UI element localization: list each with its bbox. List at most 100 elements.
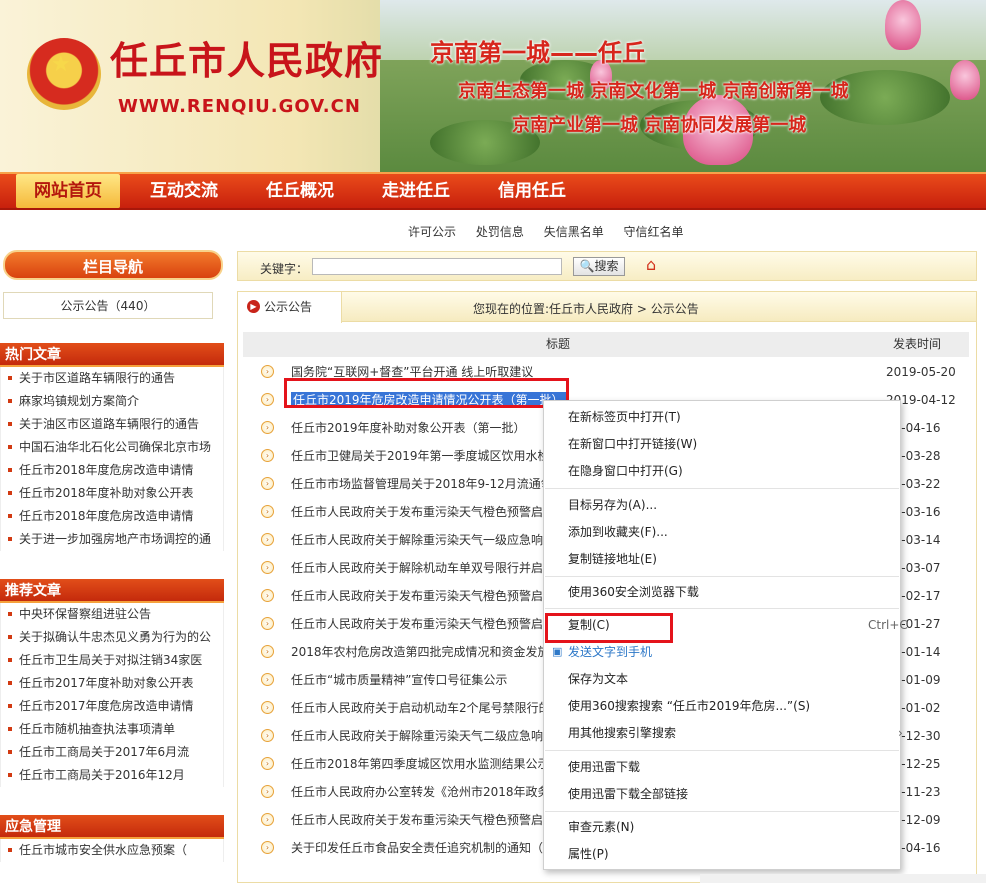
nav-home[interactable]: 网站首页: [16, 174, 120, 208]
row-title-link[interactable]: 任丘市人民政府关于解除重污染天气一级应急响: [291, 526, 543, 554]
row-title-link[interactable]: 任丘市人民政府关于发布重污染天气橙色预警启: [291, 498, 543, 526]
subnav-license[interactable]: 许可公示: [408, 225, 456, 239]
menu-open-new-window[interactable]: 在新窗口中打开链接(W): [568, 432, 697, 456]
hot-article-item[interactable]: 中国石油华北石化公司确保北京市场: [1, 436, 223, 459]
row-bullet-icon: ›: [261, 365, 274, 378]
menu-open-incognito[interactable]: 在隐身窗口中打开(G): [568, 459, 683, 483]
nav-explore[interactable]: 走进任丘: [368, 174, 464, 208]
row-title-link[interactable]: 任丘市人民政府关于解除机动车单双号限行并启: [291, 554, 543, 582]
row-bullet-icon: ›: [261, 589, 274, 602]
row-bullet-icon: ›: [261, 841, 274, 854]
menu-inspect-element[interactable]: 审查元素(N): [568, 815, 634, 839]
menu-thunder-download[interactable]: 使用迅雷下载: [568, 755, 640, 779]
nav-credit[interactable]: 信用任丘: [484, 174, 580, 208]
subnav-penalty[interactable]: 处罚信息: [476, 225, 524, 239]
search-input[interactable]: [312, 258, 562, 275]
row-title-link[interactable]: 任丘市人民政府关于发布重污染天气橙色预警启: [291, 806, 543, 834]
recommended-title: 推荐文章: [0, 579, 224, 603]
row-title-link[interactable]: 任丘市人民政府关于解除重污染天气二级应急响: [291, 722, 543, 750]
emergency-item[interactable]: 任丘市城市安全供水应急预案（: [1, 839, 223, 862]
emergency-section: 应急管理 任丘市城市安全供水应急预案（: [0, 815, 224, 862]
search-button[interactable]: 🔍搜索: [573, 257, 625, 276]
menu-add-favorite[interactable]: 添加到收藏夹(F)...: [568, 520, 668, 544]
search-bar: 关键字： 🔍搜索 ⌂: [237, 251, 977, 281]
menu-separator: [545, 488, 899, 489]
slogan-main: 京南第一城——任丘: [430, 39, 646, 67]
recommended-item[interactable]: 任丘市2017年度补助对象公开表: [1, 672, 223, 695]
row-title-link[interactable]: 任丘市2019年度补助对象公开表（第一批）: [291, 414, 526, 442]
hot-article-item[interactable]: 关于市区道路车辆限行的通告: [1, 367, 223, 390]
recommended-item[interactable]: 中央环保督察组进驻公告: [1, 603, 223, 626]
row-bullet-icon: ›: [261, 813, 274, 826]
slogan-line-3: 京南产业第一城 京南协同发展第一城: [512, 115, 807, 136]
menu-send-to-phone-label: 发送文字到手机: [568, 645, 653, 659]
menu-separator: [545, 811, 899, 812]
search-icon: 🔍: [579, 259, 595, 273]
slogan-line-2: 京南生态第一城 京南文化第一城 京南创新第一城: [458, 81, 849, 102]
sidebar-item-announcements[interactable]: 公示公告（440）: [3, 292, 213, 319]
row-title-link[interactable]: 任丘市人民政府关于发布重污染天气橙色预警启: [291, 610, 543, 638]
row-bullet-icon: ›: [261, 785, 274, 798]
row-bullet-icon: ›: [261, 673, 274, 686]
column-date: 发表时间: [893, 337, 942, 351]
row-title-link[interactable]: 任丘市人民政府关于启动机动车2个尾号禁限行的: [291, 694, 551, 722]
menu-search-360[interactable]: 使用360搜索搜索 “任丘市2019年危房...”(S): [568, 694, 810, 718]
row-title-link[interactable]: 关于印发任丘市食品安全责任追究机制的通知（: [291, 834, 543, 862]
recommended-item[interactable]: 任丘市工商局关于2017年6月流: [1, 741, 223, 764]
home-icon[interactable]: ⌂: [646, 257, 656, 273]
row-title-link[interactable]: 任丘市“城市质量精神”宣传口号征集公示: [291, 666, 507, 694]
menu-copy-shortcut: Ctrl+C: [868, 618, 908, 632]
highlight-box-copy: [545, 613, 673, 643]
row-title-link[interactable]: 任丘市人民政府办公室转发《沧州市2018年政务: [291, 778, 550, 806]
menu-send-to-phone[interactable]: ▣ 发送文字到手机: [552, 640, 653, 664]
row-bullet-icon: ›: [261, 645, 274, 658]
recommended-item[interactable]: 任丘市随机抽查执法事项清单: [1, 718, 223, 741]
phone-icon: ▣: [552, 645, 563, 658]
table-header: 标题 发表时间: [243, 332, 969, 357]
hot-article-item[interactable]: 关于油区市区道路车辆限行的通告: [1, 413, 223, 436]
recommended-item[interactable]: 任丘市工商局关于2016年12月: [1, 764, 223, 787]
breadcrumb: 您现在的位置:任丘市人民政府 > 公示公告: [473, 302, 699, 316]
hot-articles-section: 热门文章 关于市区道路车辆限行的通告 麻家坞镇规划方案简介 关于油区市区道路车辆…: [0, 343, 224, 551]
menu-save-target-as[interactable]: 目标另存为(A)...: [568, 493, 657, 517]
subnav-redlist[interactable]: 守信红名单: [624, 225, 684, 239]
row-title-link[interactable]: 任丘市人民政府关于发布重污染天气橙色预警启: [291, 582, 543, 610]
header-banner: ★ 任丘市人民政府 WWW.RENQIU.GOV.CN 京南第一城——任丘 京南…: [0, 0, 986, 172]
search-button-label: 搜索: [594, 259, 619, 273]
row-bullet-icon: ›: [261, 477, 274, 490]
site-url: WWW.RENQIU.GOV.CN: [118, 96, 361, 117]
hot-article-item[interactable]: 任丘市2018年度补助对象公开表: [1, 482, 223, 505]
nav-overview[interactable]: 任丘概况: [252, 174, 348, 208]
row-bullet-icon: ›: [261, 393, 274, 406]
recommended-section: 推荐文章 中央环保督察组进驻公告 关于拟确认牛忠杰见义勇为行为的公 任丘市卫生局…: [0, 579, 224, 787]
hot-article-item[interactable]: 麻家坞镇规划方案简介: [1, 390, 223, 413]
menu-separator: [545, 750, 899, 751]
row-bullet-icon: ›: [261, 729, 274, 742]
hot-article-item[interactable]: 任丘市2018年度危房改造申请情: [1, 505, 223, 528]
menu-properties[interactable]: 属性(P): [568, 842, 609, 866]
tab-announcements[interactable]: ▶ 公示公告: [238, 292, 342, 323]
menu-thunder-download-all[interactable]: 使用迅雷下载全部链接: [568, 782, 688, 806]
hot-articles-title: 热门文章: [0, 343, 224, 367]
recommended-item[interactable]: 任丘市2017年度危房改造申请情: [1, 695, 223, 718]
row-title-link[interactable]: 任丘市卫健局关于2019年第一季度城区饮用水检: [291, 442, 550, 470]
menu-download-360[interactable]: 使用360安全浏览器下载: [568, 580, 699, 604]
recommended-item[interactable]: 任丘市卫生局关于对拟注销34家医: [1, 649, 223, 672]
hot-article-item[interactable]: 关于进一步加强房地产市场调控的通: [1, 528, 223, 551]
recommended-item[interactable]: 关于拟确认牛忠杰见义勇为行为的公: [1, 626, 223, 649]
menu-other-search[interactable]: 用其他搜索引擎搜索 ›: [568, 721, 903, 745]
row-title-link[interactable]: 任丘市市场监督管理局关于2018年9-12月流通领: [291, 470, 553, 498]
subnav-blacklist[interactable]: 失信黑名单: [544, 225, 604, 239]
menu-open-new-tab[interactable]: 在新标签页中打开(T): [568, 405, 681, 429]
row-date: 2019-05-20: [886, 365, 956, 379]
menu-separator: [545, 608, 899, 609]
menu-save-as-text[interactable]: 保存为文本: [568, 667, 628, 691]
row-title-link[interactable]: 2018年农村危房改造第四批完成情况和资金发放: [291, 638, 550, 666]
menu-copy-link[interactable]: 复制链接地址(E): [568, 547, 657, 571]
nav-interaction[interactable]: 互动交流: [136, 174, 232, 208]
row-title-link[interactable]: 任丘市2018年第四季度城区饮用水监测结果公示: [291, 750, 550, 778]
hot-article-item[interactable]: 任丘市2018年度危房改造申请情: [1, 459, 223, 482]
status-bar: [700, 874, 986, 883]
tab-announcements-label: 公示公告: [264, 300, 313, 314]
menu-other-search-label: 用其他搜索引擎搜索: [568, 726, 677, 740]
